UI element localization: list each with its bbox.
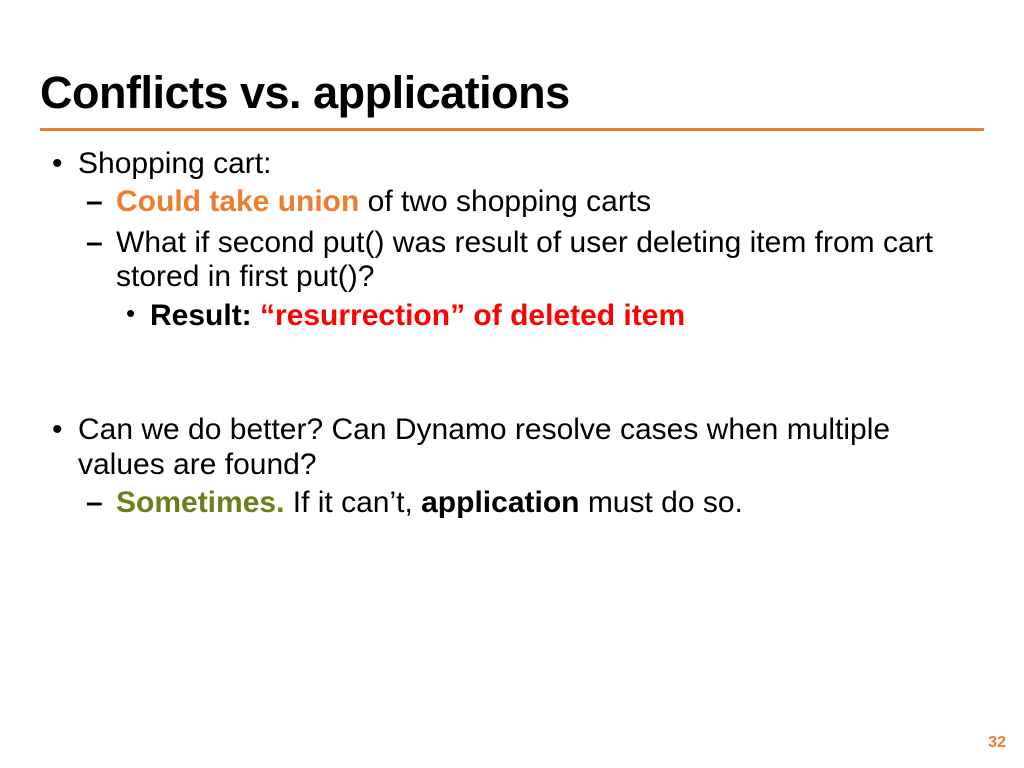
bullet-text: If it can’t, — [284, 486, 421, 519]
bullet-text: Shopping cart: — [78, 147, 271, 180]
list-item: Sometimes. If it can’t, application must… — [78, 486, 984, 521]
bullet-text: must do so. — [579, 486, 742, 519]
bullet-text: What if second put() was result of user … — [116, 226, 933, 294]
bullet-text: of two shopping carts — [359, 185, 651, 218]
emphasis-red: “resurrection” of deleted item — [260, 299, 685, 332]
bullet-text: Can we do better? Can Dynamo resolve cas… — [78, 413, 890, 481]
list-item: Could take union of two shopping carts — [78, 185, 984, 220]
list-item: Result: “resurrection” of deleted item — [116, 299, 984, 334]
list-item: Can we do better? Can Dynamo resolve cas… — [40, 413, 984, 521]
title-rule — [40, 128, 984, 131]
emphasis-olive: Sometimes. — [116, 486, 284, 519]
list-item: What if second put() was result of user … — [78, 226, 984, 334]
emphasis-orange: Could take union — [116, 185, 359, 218]
label-result: Result: — [150, 299, 260, 332]
bullet-list: Shopping cart: Could take union of two s… — [40, 147, 984, 334]
slide: Conflicts vs. applications Shopping cart… — [0, 0, 1024, 768]
slide-title: Conflicts vs. applications — [40, 68, 984, 118]
page-number: 32 — [988, 734, 1006, 752]
emphasis-bold: application — [421, 486, 579, 519]
bullet-list: Can we do better? Can Dynamo resolve cas… — [40, 413, 984, 521]
list-item: Shopping cart: Could take union of two s… — [40, 147, 984, 334]
spacer — [40, 343, 984, 413]
